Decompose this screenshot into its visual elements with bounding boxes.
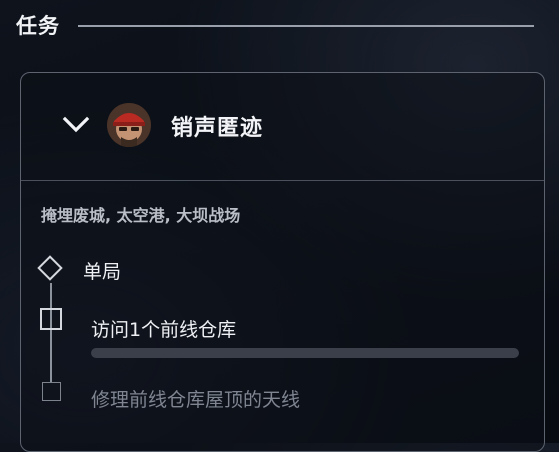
section-title: 任务 — [16, 14, 60, 38]
mode-label: 单局 — [83, 261, 122, 283]
task-name: 销声匿迹 — [171, 116, 264, 141]
task-card: 销声匿迹 掩埋废城, 太空港, 大坝战场 单局 访问1个前线仓库 修理前线仓库屋… — [20, 72, 545, 452]
objective-label-locked: 修理前线仓库屋顶的天线 — [91, 389, 301, 411]
diamond-node-icon — [37, 255, 63, 281]
objective-tree-line — [50, 283, 52, 383]
task-locations: 掩埋废城, 太空港, 大坝战场 — [41, 206, 241, 225]
section-header: 任务 — [16, 8, 534, 42]
section-divider — [78, 25, 534, 27]
objective-label: 访问1个前线仓库 — [91, 319, 237, 341]
square-checkbox-icon — [42, 382, 61, 401]
task-card-header[interactable]: 销声匿迹 — [21, 73, 544, 181]
chevron-down-icon[interactable] — [61, 113, 91, 137]
square-checkbox-icon — [40, 308, 62, 330]
objective-progress-bar — [91, 348, 519, 358]
operator-avatar — [107, 103, 151, 147]
operator-portrait-icon — [107, 103, 151, 147]
